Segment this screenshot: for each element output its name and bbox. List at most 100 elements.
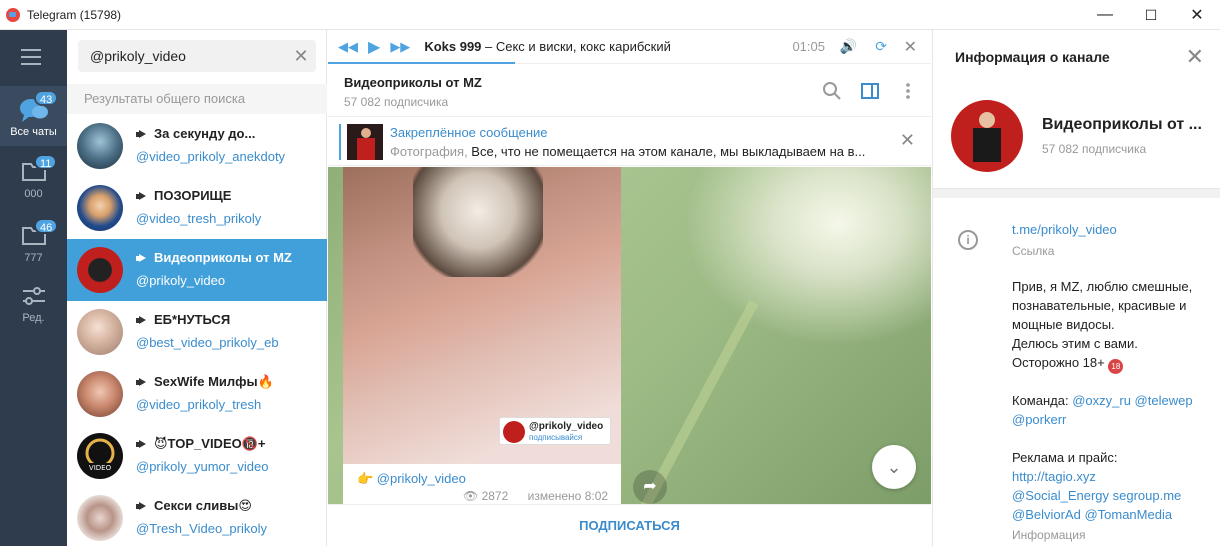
track-time: 01:05 [792,39,825,54]
sidebar-toggle-icon[interactable] [860,81,880,101]
channel-icon [136,378,147,387]
next-track-icon[interactable]: ▶▶ [390,39,410,55]
track-title: – Секс и виски, кокс карибский [481,39,671,54]
telegram-logo-icon [6,7,20,22]
avatar [77,371,123,417]
clear-search-icon[interactable]: ✕ [286,46,316,67]
list-item[interactable]: За секунду до... @video_prikoly_anekdoty [67,115,327,177]
previous-track-icon[interactable]: ◀◀ [338,39,358,55]
team-link[interactable]: @telewep [1135,393,1193,408]
folder-badge: 46 [34,218,59,234]
avatar [77,247,123,293]
chat-username: @video_prikoly_tresh [136,397,262,412]
svg-text:VIDEO: VIDEO [89,464,112,472]
photo-watermark: @prikoly_video подписывайся [499,417,611,445]
description-line: Прив, я MZ, люблю смешные, [1012,279,1193,294]
folder-edit[interactable]: Ред. [0,282,67,332]
channel-avatar[interactable] [951,100,1023,172]
chat-username: @best_video_prikoly_eb [136,335,279,350]
channel-icon [136,192,147,201]
scroll-down-icon[interactable]: ⌄ [872,445,916,489]
folder-777[interactable]: 46 777 [0,218,67,273]
channel-icon [136,316,147,325]
team-label: Команда: [1012,393,1073,408]
ads-label: Реклама и прайс: [1012,450,1118,465]
channel-name: Видеоприколы от ... [1042,116,1202,133]
message-caption[interactable]: 👉 @prikoly_video [357,471,466,487]
subscribe-button[interactable]: ПОДПИСАТЬСЯ [328,504,931,546]
search-input[interactable]: @prikoly_video [78,48,286,64]
link-label: Ссылка [1012,244,1055,258]
message-area: @prikoly_video подписывайся 👉 @prikoly_v… [328,167,931,504]
ads-link[interactable]: http://tagio.xyz [1012,469,1096,484]
minimize-button[interactable]: — [1082,0,1128,30]
channel-info-panel: Информация о канале ✕ Видеоприколы от ..… [932,30,1220,546]
chat-panel: ◀◀ ▶ ▶▶ Koks 999 – Секс и виски, кокс ка… [328,30,931,546]
title-bar: Telegram (15798) — ☐ ✕ [0,0,1220,30]
chat-subtitle: 57 082 подписчика [344,95,449,109]
description-line: познавательные, красивые и [1012,298,1187,313]
close-pinned-icon[interactable]: ✕ [900,130,915,151]
chat-name: 😈TOP_VIDEO🔞+ [154,436,266,451]
message-bubble[interactable]: @prikoly_video подписывайся 👉 @prikoly_v… [343,167,621,504]
repeat-icon[interactable]: ⟳ [875,38,887,55]
channel-icon [136,130,147,139]
chat-username: @prikoly_video [136,273,226,288]
volume-icon[interactable]: 🔊 [840,38,857,55]
list-item[interactable]: ПОЗОРИЩЕ @video_tresh_prikoly [67,177,327,239]
ads-link[interactable]: @Social_Energy segroup.me [1012,488,1181,503]
list-item[interactable]: Секси сливы😍 @Tresh_Video_prikoly [67,487,327,546]
channel-subscribers: 57 082 подписчика [1042,142,1147,156]
edited-time: изменено 8:02 [527,489,609,503]
list-item[interactable]: Видеоприколы от MZ @prikoly_video [67,239,327,301]
info-icon: i [958,230,978,250]
menu-icon[interactable] [21,49,41,65]
channel-link[interactable]: t.me/prikoly_video [1012,222,1117,237]
team-link[interactable]: @oxzy_ru [1072,393,1131,408]
pinned-message-bar[interactable]: Закреплённое сообщение Фотография, Все, … [328,118,931,166]
chat-title: Видеоприколы от MZ [344,75,482,90]
maximize-button[interactable]: ☐ [1128,0,1174,30]
list-item[interactable]: ЕБ*НУТЬСЯ @best_video_prikoly_eb [67,301,327,363]
description-line: мощные видосы. [1012,317,1115,332]
pinned-label: Закреплённое сообщение [390,125,548,140]
search-box[interactable]: @prikoly_video ✕ [78,40,316,72]
folder-rail: 43 Все чаты 11 000 46 777 Ред. [0,30,67,546]
list-item[interactable]: SexWife Милфы🔥 @video_prikoly_tresh [67,363,327,425]
folder-label: 000 [24,188,43,200]
photo-cat [413,167,543,277]
music-player: ◀◀ ▶ ▶▶ Koks 999 – Секс и виски, кокс ка… [328,30,931,64]
close-window-button[interactable]: ✕ [1174,0,1220,30]
folder-label: Ред. [22,312,45,324]
search-icon[interactable] [822,81,842,101]
watermark-name: @prikoly_video [529,421,604,432]
close-player-icon[interactable]: ✕ [904,37,917,57]
folder-all-chats[interactable]: 43 Все чаты [0,86,67,146]
channel-icon [136,502,147,511]
track-artist: Koks 999 [424,39,482,54]
play-icon[interactable]: ▶ [368,37,380,57]
list-item[interactable]: VIDEO 😈TOP_VIDEO🔞+ @prikoly_yumor_video [67,425,327,487]
info-header: Информация о канале [955,49,1110,65]
top-video-logo-icon: VIDEO [85,438,115,472]
views-count: 2872 [481,489,509,503]
chat-username: @video_prikoly_anekdoty [136,149,286,164]
message-photo[interactable]: @prikoly_video подписывайся [343,167,621,464]
chat-username: @video_tresh_prikoly [136,211,262,226]
ads-link[interactable]: @BelviorAd @TomanMedia [1012,507,1172,522]
folder-000[interactable]: 11 000 [0,154,67,209]
close-info-icon[interactable]: ✕ [1186,44,1204,70]
wallpaper-flower [658,167,931,367]
description-line: Делюсь этим с вами. [1012,336,1138,351]
results-header: Результаты общего поиска [67,84,327,114]
channel-icon [136,440,147,449]
age-18-badge: 18 [1108,359,1124,374]
watermark-sub: подписывайся [529,433,583,442]
chat-header: Видеоприколы от MZ 57 082 подписчика [328,65,931,117]
team-link[interactable]: @porkerr [1012,412,1066,427]
more-options-icon[interactable] [898,81,918,101]
chat-name: Видеоприколы от MZ [154,250,292,265]
share-icon[interactable]: ➦ [633,470,667,504]
track-progress[interactable] [328,62,515,64]
chat-username: @Tresh_Video_prikoly [136,521,267,536]
